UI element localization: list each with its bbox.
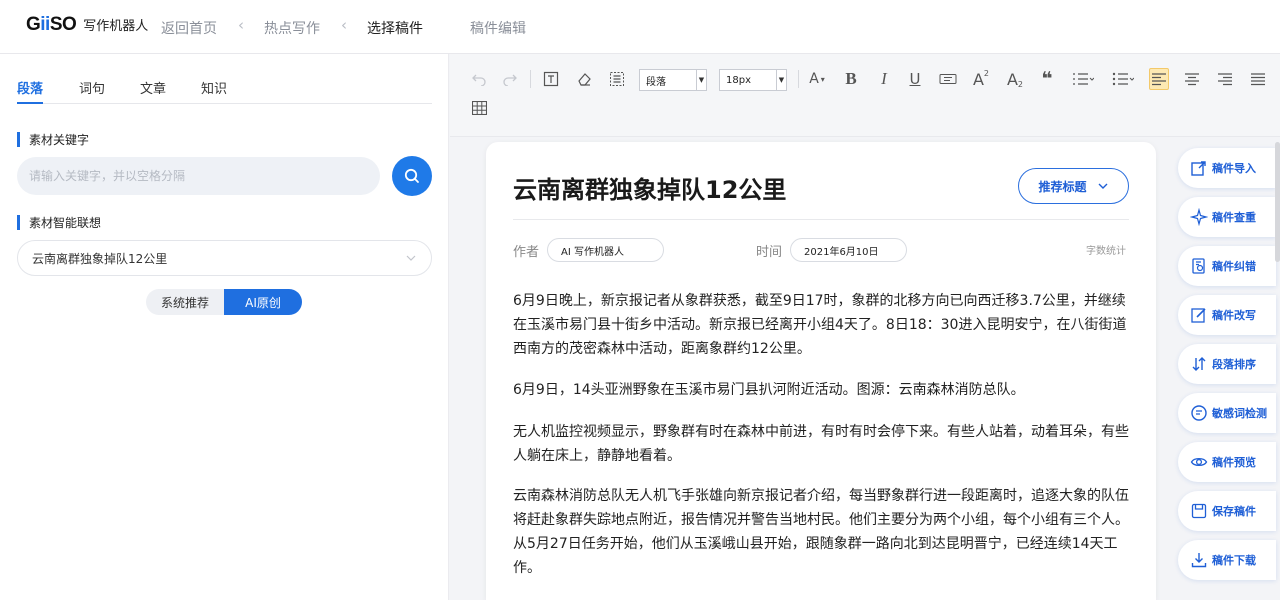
recommend-title-label: 推荐标题 [1038, 179, 1087, 194]
preview-button[interactable]: 稿件预览 [1178, 442, 1276, 482]
toolbar-divider [530, 70, 531, 88]
font-size-select[interactable]: 18px ▼ [719, 69, 787, 91]
system-recommend-button[interactable]: 系统推荐 [146, 289, 224, 315]
tab-knowledge[interactable]: 知识 [201, 78, 227, 97]
nav-back-home[interactable]: 返回首页 [161, 18, 217, 38]
top-navigation: GiiSO 写作机器人 返回首页 ‹ 热点写作 ‹ 选择稿件 稿件编辑 [0, 0, 1280, 54]
recommend-title-button[interactable]: 推荐标题 [1018, 168, 1129, 204]
caret-down-icon: ▼ [696, 70, 706, 90]
logo-mark: GiiSO [26, 14, 77, 35]
undo-icon[interactable] [470, 70, 488, 88]
duplicate-check-button[interactable]: 稿件查重 [1178, 197, 1276, 237]
rewrite-icon [1191, 308, 1206, 323]
sensitive-word-label: 敏感词检测 [1212, 407, 1267, 420]
bold-icon[interactable]: B [842, 69, 860, 88]
tab-article[interactable]: 文章 [140, 78, 166, 97]
logo-text: 写作机器人 [83, 19, 149, 34]
author-label: 作者 [513, 245, 540, 260]
chevron-down-icon [406, 255, 416, 261]
assoc-section-title: 素材智能联想 [17, 214, 101, 231]
paragraph-format-value: 段落 [646, 76, 666, 88]
chevron-left-icon: ‹ [341, 16, 347, 34]
import-draft-label: 稿件导入 [1212, 162, 1256, 175]
paragraph-2[interactable]: 6月9日，14头亚洲野象在玉溪市易门县扒河附近活动。图源：云南森林消防总队。 [513, 378, 1133, 402]
assoc-select-value: 云南离群独象掉队12公里 [32, 251, 168, 266]
sort-paragraphs-label: 段落排序 [1212, 358, 1256, 371]
editor-toolbar: 段落 ▼ 18px ▼ A ▾ B I U A2 A2 ❝ [450, 54, 1280, 137]
preview-icon [1190, 457, 1208, 467]
rewrite-button[interactable]: 稿件改写 [1178, 295, 1276, 335]
toolbar-divider [798, 70, 799, 88]
sensitive-word-icon [1191, 405, 1207, 421]
table-icon[interactable] [470, 99, 488, 117]
superscript-icon[interactable]: A2 [970, 69, 992, 89]
scrollbar[interactable] [1275, 142, 1280, 262]
logo[interactable]: GiiSO 写作机器人 [26, 14, 148, 36]
word-count-label[interactable]: 字数统计 [1086, 242, 1126, 257]
keyword-input[interactable] [17, 157, 380, 195]
align-right-icon[interactable] [1216, 70, 1234, 88]
author-field[interactable]: AI 写作机器人 [547, 238, 664, 262]
preview-label: 稿件预览 [1212, 456, 1256, 469]
sort-paragraphs-button[interactable]: 段落排序 [1178, 344, 1276, 384]
chevron-down-icon [1098, 183, 1107, 189]
tab-paragraph[interactable]: 段落 [17, 78, 44, 104]
nav-edit-draft[interactable]: 稿件编辑 [470, 18, 526, 38]
proofread-icon [1192, 258, 1205, 274]
text-box-icon[interactable] [542, 70, 560, 88]
bullet-list-icon[interactable] [1110, 70, 1136, 88]
paragraph-4[interactable]: 云南森林消防总队无人机飞手张雄向新京报记者介绍，每当野象群行进一段距离时，追逐大… [513, 484, 1133, 580]
download-draft-label: 稿件下载 [1212, 554, 1256, 567]
time-field[interactable]: 2021年6月10日 [790, 238, 907, 262]
redo-icon[interactable] [501, 70, 519, 88]
paragraph-3[interactable]: 无人机监控视频显示，野象群有时在森林中前进，有时有时会停下来。有些人站着，动着耳… [513, 420, 1133, 468]
save-draft-button[interactable]: 保存稿件 [1178, 491, 1276, 531]
ordered-list-icon[interactable] [1070, 70, 1096, 88]
ai-original-button[interactable]: AI原创 [224, 289, 302, 315]
title-divider [513, 219, 1129, 220]
import-icon [1191, 161, 1206, 176]
font-color-icon[interactable]: A ▾ [804, 70, 830, 88]
search-button[interactable] [392, 156, 432, 196]
nav-select-draft[interactable]: 选择稿件 [367, 18, 423, 38]
document-editor[interactable]: 云南离群独象掉队12公里 推荐标题 作者 AI 写作机器人 时间 2021年6月… [486, 142, 1156, 600]
paragraph-format-select[interactable]: 段落 ▼ [639, 69, 707, 91]
import-draft-button[interactable]: 稿件导入 [1178, 148, 1276, 188]
download-draft-button[interactable]: 稿件下载 [1178, 540, 1276, 580]
eraser-icon[interactable] [575, 70, 593, 88]
proofread-label: 稿件纠错 [1212, 260, 1256, 273]
sensitive-word-button[interactable]: 敏感词检测 [1178, 393, 1276, 433]
rewrite-label: 稿件改写 [1212, 309, 1256, 322]
material-tabs: 段落 词句 文章 知识 [17, 78, 432, 104]
caret-down-icon: ▼ [776, 70, 786, 90]
paragraph-1[interactable]: 6月9日晚上，新京报记者从象群获悉，截至9日17时，象群的北移方向已向西迁移3.… [513, 289, 1133, 361]
code-icon[interactable] [938, 70, 958, 88]
subscript-icon[interactable]: A2 [1004, 70, 1026, 89]
align-left-icon[interactable] [1149, 68, 1169, 90]
italic-icon[interactable]: I [875, 69, 893, 88]
material-panel: 段落 词句 文章 知识 素材关键字 素材智能联想 云南离群独象掉队12公里 系统… [0, 54, 449, 600]
keyword-section-title: 素材关键字 [17, 131, 89, 148]
duplicate-check-icon [1190, 208, 1208, 226]
duplicate-check-label: 稿件查重 [1212, 211, 1256, 224]
sort-icon [1192, 357, 1206, 371]
search-icon [404, 168, 419, 183]
select-all-icon[interactable] [608, 70, 626, 88]
chevron-left-icon: ‹ [238, 16, 244, 34]
align-center-icon[interactable] [1183, 70, 1201, 88]
nav-hot-writing[interactable]: 热点写作 [264, 18, 320, 38]
font-size-value: 18px [726, 74, 751, 86]
assoc-select[interactable]: 云南离群独象掉队12公里 [17, 240, 432, 276]
source-toggle: 系统推荐 AI原创 [146, 289, 302, 315]
save-icon [1191, 503, 1207, 519]
time-label: 时间 [756, 245, 783, 260]
underline-icon[interactable]: U [906, 70, 924, 88]
save-draft-label: 保存稿件 [1212, 505, 1256, 518]
align-justify-icon[interactable] [1249, 70, 1267, 88]
quote-icon[interactable]: ❝ [1038, 68, 1056, 90]
tab-phrase[interactable]: 词句 [79, 78, 105, 97]
download-icon [1191, 553, 1207, 568]
proofread-button[interactable]: 稿件纠错 [1178, 246, 1276, 286]
document-title[interactable]: 云南离群独象掉队12公里 [513, 170, 786, 205]
